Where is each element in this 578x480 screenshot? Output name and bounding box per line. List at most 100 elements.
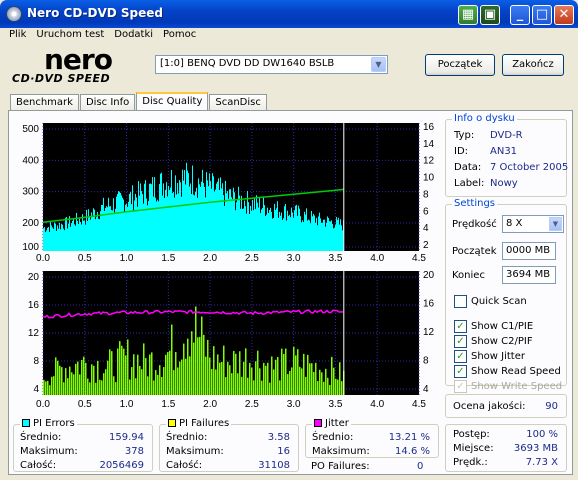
x-tick-label: 1.0	[120, 253, 134, 264]
y-right-tick-label: 2	[423, 240, 429, 251]
pi-error-bar	[45, 232, 46, 251]
check-icon[interactable]: ✓	[454, 335, 467, 348]
pi-failure-bar	[251, 367, 253, 395]
pi-errors-max-value: 378	[124, 446, 144, 457]
pi-error-bar	[59, 222, 60, 251]
tab-disc-quality[interactable]: Disc Quality	[136, 92, 209, 111]
show-read-speed-checkbox[interactable]: ✓ Show Read Speed	[454, 365, 561, 378]
menu-help[interactable]: Pomoc	[158, 28, 201, 44]
pi-error-bar	[68, 223, 69, 251]
pi-error-bar	[91, 212, 92, 251]
end-mb-input[interactable]: 3694 MB	[502, 266, 556, 284]
exit-button[interactable]: Zakończ	[502, 54, 564, 76]
tab-benchmark[interactable]: Benchmark	[10, 94, 79, 111]
pi-error-bar	[152, 177, 153, 251]
menu-extras[interactable]: Dodatki	[109, 28, 158, 44]
settings-group: Settings Prędkość 8 X ▼ Początek 0000 MB…	[445, 198, 567, 393]
pi-error-bar	[208, 186, 209, 251]
show-c1-pie-checkbox[interactable]: ✓ Show C1/PIE	[454, 320, 533, 333]
show-write-speed-label: Show Write Speed	[471, 381, 563, 392]
minimize-button[interactable]: _	[510, 5, 530, 25]
y-right-tick-label: 12	[423, 327, 435, 338]
pi-failures-group: PI Failures Średnio: 3.58 Maksimum: 16 C…	[159, 418, 299, 472]
pi-error-bar	[161, 172, 162, 251]
pi-error-bar	[232, 199, 233, 251]
pi-failure-bar	[45, 381, 47, 395]
x-tick-label: 4.5	[412, 399, 426, 410]
chevron-down-icon[interactable]: ▼	[549, 217, 562, 231]
checkbox-box[interactable]	[454, 295, 467, 308]
pi-failure-bar	[299, 366, 301, 395]
check-icon[interactable]: ✓	[454, 320, 467, 333]
show-jitter-checkbox[interactable]: ✓ Show Jitter	[454, 350, 525, 363]
speed-select[interactable]: 8 X ▼	[502, 215, 564, 233]
menu-file[interactable]: Plik	[4, 28, 31, 44]
skin-icon[interactable]: ▦	[458, 5, 478, 25]
pi-error-bar	[169, 190, 170, 251]
y-right-tick-label: 4	[423, 384, 429, 395]
pi-failure-bar	[223, 345, 225, 395]
close-button[interactable]: ✕	[554, 5, 574, 25]
y-left-tick-label: 300	[22, 187, 39, 198]
menu-run-test[interactable]: Uruchom test	[31, 28, 109, 44]
pi-error-bar	[69, 216, 70, 251]
pi-error-bar	[311, 210, 312, 251]
pi-error-bar	[239, 195, 240, 251]
pi-failures-avg-label: Średnio:	[166, 432, 208, 443]
pi-error-bar	[338, 217, 339, 251]
pi-failure-bar	[225, 377, 227, 395]
pi-error-bar	[140, 183, 141, 251]
start-mb-input[interactable]: 0000 MB	[502, 242, 556, 260]
start-button[interactable]: Początek	[425, 54, 495, 76]
pi-failure-bar	[165, 354, 167, 395]
pi-error-bar	[245, 206, 246, 251]
pi-error-bar	[290, 217, 291, 251]
pi-failure-bar	[153, 380, 155, 395]
pi-error-bar	[235, 210, 236, 251]
pi-failure-bar	[129, 379, 131, 395]
pi-failure-bar	[255, 361, 257, 395]
tab-scandisc[interactable]: ScanDisc	[209, 94, 267, 111]
quick-scan-checkbox[interactable]: Quick Scan	[454, 295, 527, 308]
pi-error-bar	[74, 224, 75, 251]
pi-error-bar	[264, 205, 265, 251]
pi-failures-max-label: Maksimum:	[166, 446, 224, 457]
pi-failure-bar	[43, 379, 45, 395]
pi-failure-bar	[259, 368, 261, 395]
check-icon[interactable]: ✓	[454, 365, 467, 378]
drive-select[interactable]: [1:0] BENQ DVD DD DW1640 BSLB ▼	[155, 55, 388, 74]
pi-error-bar	[116, 196, 117, 251]
pi-failure-bar	[111, 351, 113, 395]
y-right-tick-label: 16	[423, 122, 435, 133]
pi-error-bar	[97, 211, 98, 251]
pi-error-bar	[111, 210, 112, 251]
pi-error-bar	[268, 213, 269, 251]
maximize-button[interactable]: □	[532, 5, 552, 25]
pi-failure-bar	[331, 356, 333, 395]
pi-failure-bar	[147, 376, 149, 395]
pi-failure-bar	[291, 367, 293, 395]
pi-error-bar	[266, 214, 267, 251]
pi-error-bar	[280, 215, 281, 251]
pi-error-bar	[173, 191, 174, 251]
show-c2-pif-checkbox[interactable]: ✓ Show C2/PIF	[454, 335, 533, 348]
pi-error-bar	[135, 193, 136, 251]
pi-error-bar	[265, 216, 266, 251]
pi-failure-bar	[177, 367, 179, 395]
check-icon[interactable]: ✓	[454, 350, 467, 363]
pi-failure-bar	[135, 378, 137, 395]
dark-skin-icon[interactable]: ▣	[480, 5, 500, 25]
pi-failure-bar	[199, 336, 201, 395]
chevron-down-icon[interactable]: ▼	[371, 57, 386, 72]
jitter-avg-value: 13.21 %	[388, 432, 430, 443]
pi-failure-bar	[257, 350, 259, 395]
tab-disc-info[interactable]: Disc Info	[79, 94, 136, 111]
pi-error-bar	[147, 205, 148, 251]
pi-error-bar	[162, 195, 163, 251]
pi-failure-bar	[159, 365, 161, 395]
pi-failure-bar	[125, 355, 127, 395]
pi-error-bar	[326, 222, 327, 251]
y-left-tick-label: 100	[22, 242, 39, 253]
pi-failure-bar	[143, 343, 145, 395]
pi-error-bar	[337, 219, 338, 251]
